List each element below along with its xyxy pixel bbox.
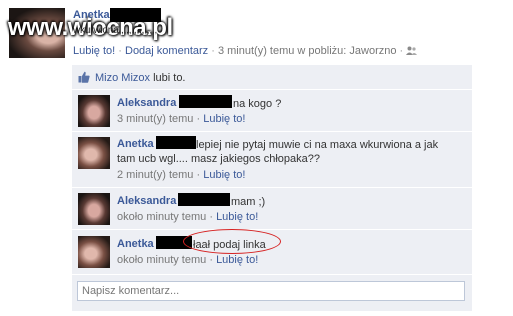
comment-like-link[interactable]: Lubię to! <box>203 169 245 181</box>
audience-icon[interactable] <box>406 46 418 55</box>
post-like-link[interactable]: Lubię to! <box>73 45 115 57</box>
comment-item: Anetka lepiej nie pytaj muwie ci na maxa… <box>72 132 472 188</box>
comment-meta: około minuty temu · Lubię to! <box>117 211 258 223</box>
comment-text-line: tam ucb wgl.... masz jakiegos chłopaka?? <box>117 153 320 165</box>
comment-time[interactable]: 3 minut(y) temu <box>117 113 193 125</box>
highlight-circle <box>183 229 281 254</box>
meta-separator: · <box>118 45 122 57</box>
meta-separator: · <box>196 169 201 181</box>
thumbs-up-icon <box>78 71 90 83</box>
comment-author[interactable]: Aleksandra <box>117 97 176 109</box>
commenter-avatar[interactable] <box>78 193 110 225</box>
comment-time[interactable]: około minuty temu <box>117 211 206 223</box>
comment-author[interactable]: Aleksandra <box>117 195 176 207</box>
comment-text-line: lepiej nie pytaj muwie ci na maxa wkurwi… <box>196 139 439 151</box>
likes-row: Mizo Mizox lubi to. <box>72 65 472 90</box>
comments-panel: Mizo Mizox lubi to. Aleksandra na kogo ?… <box>72 65 472 311</box>
likes-text: Mizo Mizox lubi to. <box>95 72 186 84</box>
comment-like-link[interactable]: Lubię to! <box>216 254 258 266</box>
comment-author[interactable]: Anetka <box>117 238 154 250</box>
meta-separator: · <box>399 45 404 57</box>
commenter-avatar[interactable] <box>78 236 110 268</box>
commenter-avatar[interactable] <box>78 95 110 127</box>
comment-like-link[interactable]: Lubię to! <box>203 113 245 125</box>
meta-separator: · <box>209 211 213 223</box>
comment-item: Aleksandra mam ;) około minuty temu · Lu… <box>72 188 472 230</box>
comment-input[interactable]: Napisz komentarz... <box>77 281 465 301</box>
redaction-bar <box>179 95 232 108</box>
comment-time[interactable]: około minuty temu <box>117 254 206 266</box>
redaction-bar <box>156 136 196 149</box>
comment-text: mam ;) <box>231 196 266 208</box>
commenter-avatar[interactable] <box>78 137 110 169</box>
redaction-bar <box>110 8 161 22</box>
comment-author[interactable]: Anetka <box>117 138 154 150</box>
likes-suffix: lubi to. <box>153 72 186 84</box>
comment-meta: 2 minut(y) temu · Lubię to! <box>117 169 245 181</box>
comment-text: na kogo ? <box>233 98 282 110</box>
add-comment-link[interactable]: Dodaj komentarz <box>125 45 208 57</box>
liker-name[interactable]: Mizo Mizox <box>95 72 150 84</box>
meta-separator: · <box>211 45 215 57</box>
comment-time[interactable]: 2 minut(y) temu <box>117 169 193 181</box>
comment-item: Aleksandra na kogo ? 3 minut(y) temu · L… <box>72 90 472 132</box>
post-text: wkurwiona,,,,,,,,,,,,,,, <box>73 25 158 36</box>
redaction-bar <box>178 193 230 206</box>
post-author-name[interactable]: Anetka <box>73 9 110 21</box>
comment-meta: około minuty temu · Lubię to! <box>117 254 258 266</box>
comment-meta: 3 minut(y) temu · Lubię to! <box>117 113 245 125</box>
post-timestamp[interactable]: 3 minut(y) temu w pobliżu: Jaworzno <box>218 45 397 57</box>
comment-like-link[interactable]: Lubię to! <box>216 211 258 223</box>
post-meta: Lubię to! · Dodaj komentarz · 3 minut(y)… <box>73 45 418 57</box>
meta-separator: · <box>196 113 201 125</box>
meta-separator: · <box>209 254 213 266</box>
